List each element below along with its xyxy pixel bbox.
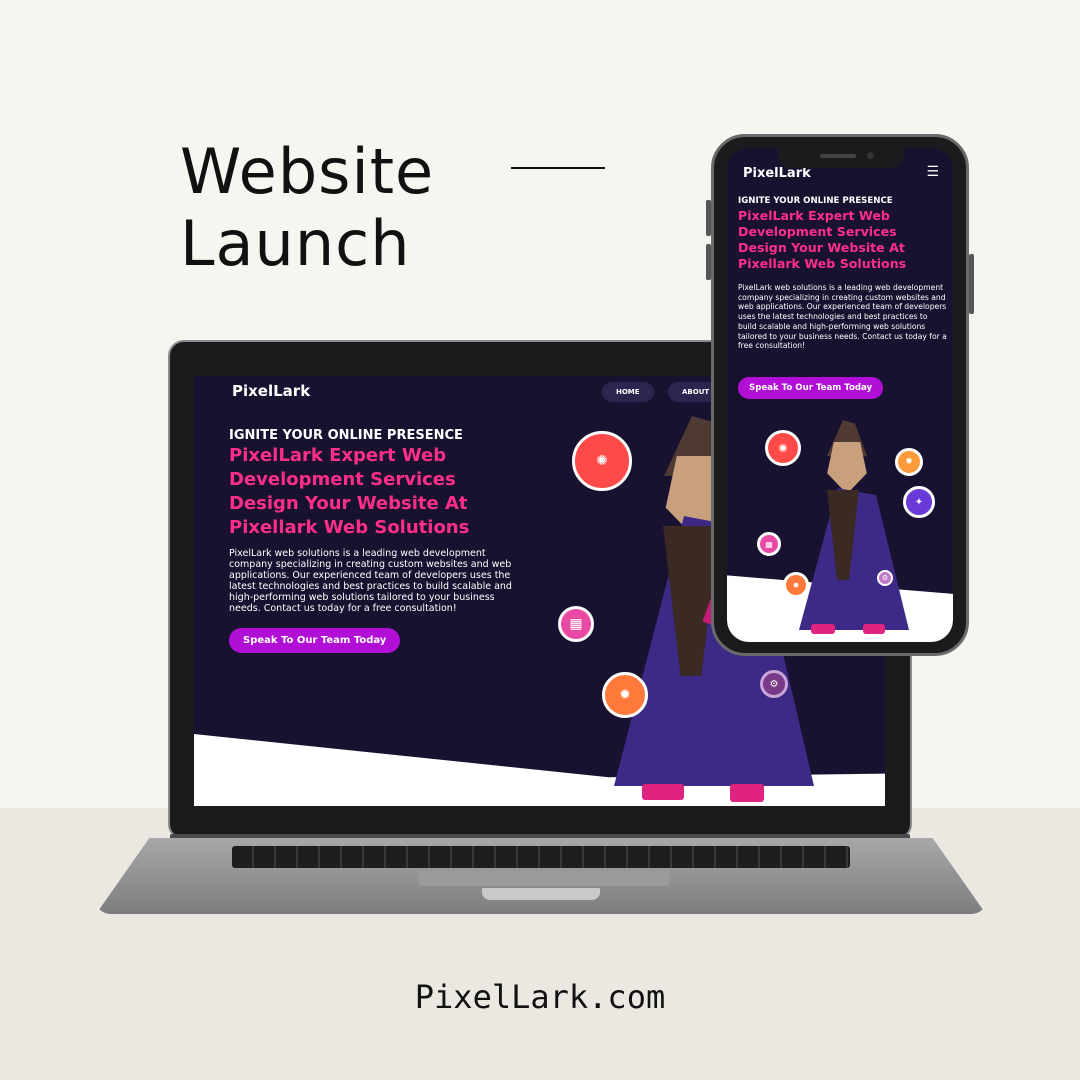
mobile-brain-icon: ✺ (765, 430, 801, 466)
laptop-opening-notch (482, 888, 600, 900)
wizard-shoe-left (642, 784, 684, 800)
mobile-gear-icon: ⚙ (877, 570, 893, 586)
mobile-wizard-shoe-left (811, 624, 835, 634)
phone-volume-down (706, 244, 711, 280)
phone-volume-up (706, 200, 711, 236)
mobile-hero-title: PixelLark Expert Web Development Service… (738, 208, 907, 271)
phone-speaker (820, 154, 856, 158)
phone-screen: PixelLark ☰ IGNITE YOUR ONLINE PRESENCE … (727, 148, 953, 642)
phone-notch (778, 148, 904, 168)
hero-body: PixelLark web solutions is a leading web… (229, 548, 512, 614)
mobile-lightbulb-icon: ✹ (895, 448, 923, 476)
hamburger-menu-icon[interactable]: ☰ (926, 164, 939, 180)
hero-eyebrow: IGNITE YOUR ONLINE PRESENCE (229, 428, 463, 443)
cta-button[interactable]: Speak To Our Team Today (229, 628, 401, 653)
brain-icon: ✺ (572, 431, 632, 491)
mobile-site-logo[interactable]: PixelLark (743, 166, 811, 181)
headline: Website Launch (180, 136, 434, 280)
mobile-hero-body: PixelLark web solutions is a leading web… (738, 283, 947, 351)
headline-dash (511, 167, 605, 169)
wizard-shoe-right (730, 784, 764, 802)
gear-icon: ⚙ (760, 670, 788, 698)
phone-power-button (969, 254, 974, 314)
phone-camera-icon (867, 152, 874, 159)
laptop-keyboard (232, 846, 850, 868)
mobile-bulb-icon: ✹ (783, 572, 809, 598)
headline-line-1: Website (180, 135, 435, 208)
footer-domain: PixelLark.com (414, 978, 666, 1016)
lightbulb-icon: ✹ (602, 672, 648, 718)
mobile-wizard-shoe-right (863, 624, 885, 634)
headline-line-2: Launch (180, 207, 411, 280)
mobile-cta-button[interactable]: Speak To Our Team Today (738, 377, 884, 399)
mobile-star-icon: ✦ (903, 486, 935, 518)
site-logo[interactable]: PixelLark (232, 382, 310, 400)
nav-home[interactable]: HOME (602, 382, 654, 402)
calendar-icon: ▦ (558, 606, 594, 642)
mobile-calendar-icon: ▦ (757, 532, 781, 556)
laptop-trackpad (418, 870, 670, 886)
mobile-hero-eyebrow: IGNITE YOUR ONLINE PRESENCE (738, 196, 893, 206)
hero-title: PixelLark Expert Web Development Service… (229, 445, 470, 538)
